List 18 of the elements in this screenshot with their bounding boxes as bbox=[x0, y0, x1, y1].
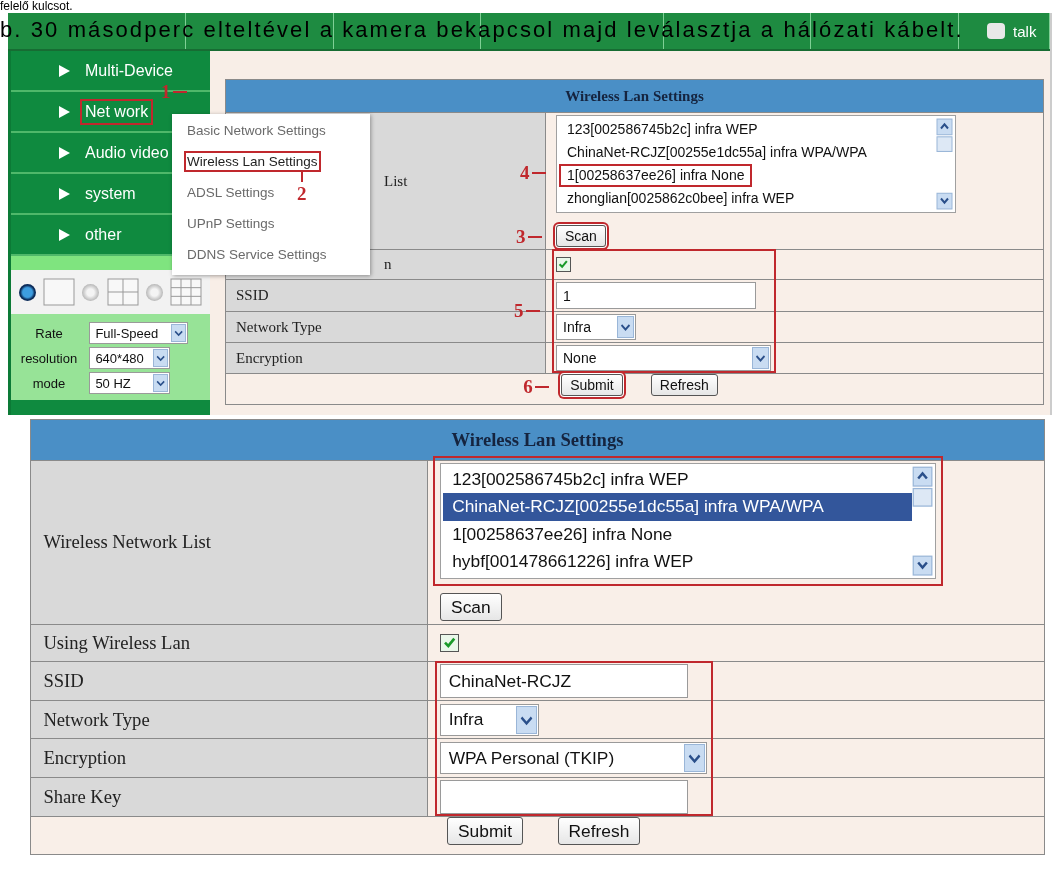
field-label: Using Wireless Lan bbox=[31, 623, 428, 661]
annotation-number: 6 bbox=[523, 377, 533, 396]
field-label: Encryption bbox=[226, 342, 546, 373]
annotation-number: 1 bbox=[161, 82, 171, 101]
setting-label: Rate bbox=[34, 325, 64, 341]
annotation-number: 3 bbox=[516, 227, 526, 246]
field-label: Share Key bbox=[31, 776, 428, 817]
panel-title: Wireless Lan Settings bbox=[31, 420, 1044, 460]
annotation-number: 4 bbox=[520, 163, 530, 182]
panel-title: Wireless Lan Settings bbox=[226, 80, 1043, 112]
document-text: felelő kulcsot. bbox=[0, 0, 73, 13]
field-label: Wireless Network List bbox=[31, 459, 428, 624]
setting-label: resolution bbox=[19, 350, 79, 366]
annotation-number: 2 bbox=[297, 184, 307, 203]
setting-label: mode bbox=[31, 375, 67, 391]
field-label: Network Type bbox=[31, 700, 428, 739]
field-label: Encryption bbox=[31, 738, 428, 777]
field-label: SSID bbox=[31, 660, 428, 701]
